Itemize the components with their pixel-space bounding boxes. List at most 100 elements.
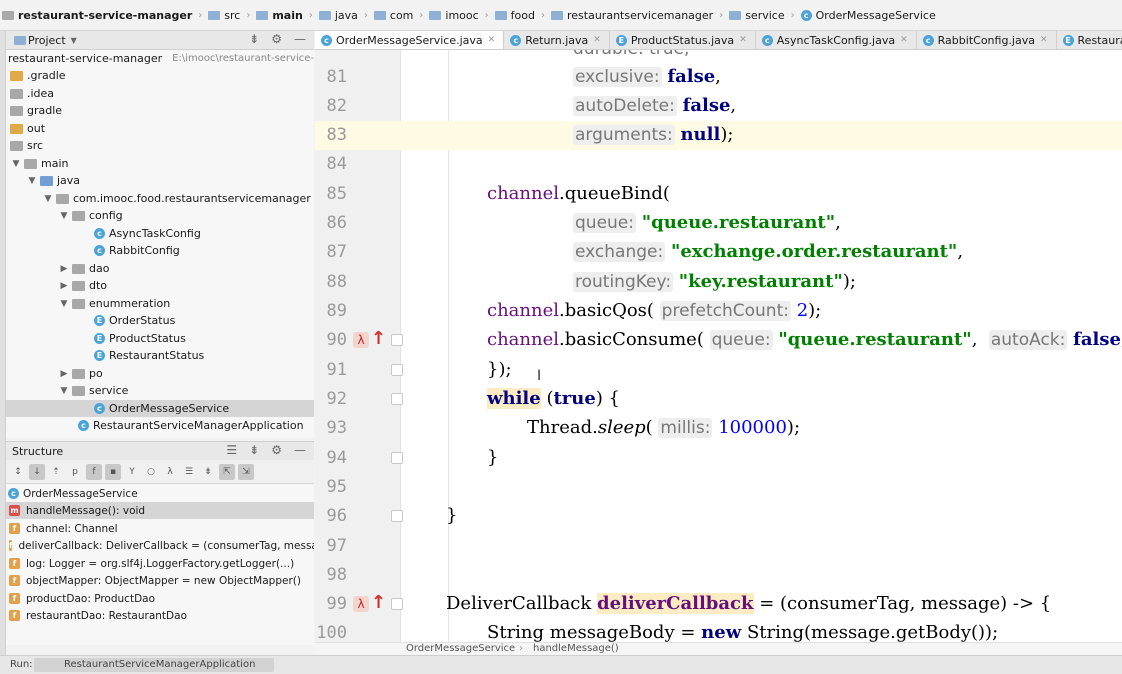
tree-item-dao[interactable]: ▶ dao [6, 260, 314, 277]
close-icon[interactable]: ✕ [1040, 35, 1048, 45]
tree-item-po[interactable]: ▶ po [6, 365, 314, 382]
structure-item-log[interactable]: f log: Logger = org.slf4j.LoggerFactory.g… [6, 555, 314, 572]
autoscroll-from-source-icon[interactable]: ⇲ [238, 463, 254, 480]
tree-item-ordermessageservice[interactable]: c OrderMessageService [6, 400, 314, 417]
show-anonymous-icon[interactable]: ○ [143, 464, 159, 480]
filter-icon[interactable]: Y [124, 464, 140, 480]
show-properties-icon[interactable]: p [67, 464, 83, 480]
tree-item-dto[interactable]: ▶ dto [6, 277, 314, 294]
tree-item-out[interactable]: out [6, 120, 314, 137]
crumb-main[interactable]: main [256, 9, 303, 22]
crumb-java[interactable]: java [318, 9, 358, 22]
show-lambdas-icon[interactable]: λ [162, 464, 178, 480]
run-config-tab[interactable]: RestaurantServiceManagerApplication [34, 658, 274, 672]
code-line-94[interactable]: 94 } [315, 444, 1122, 473]
code-line-95[interactable]: 95 [315, 473, 1122, 502]
tree-item-root[interactable]: restaurant-service-manager E:\imooc\resta… [6, 50, 314, 67]
close-icon[interactable]: ✕ [739, 35, 747, 45]
tab-productstatus[interactable]: E ProductStatus.java ✕ [610, 31, 756, 49]
lambda-icon[interactable]: λ [353, 596, 369, 612]
crumb-package[interactable]: restaurantservicemanager [551, 9, 713, 22]
code-line-97[interactable]: 97 [315, 532, 1122, 561]
show-inherited-icon[interactable]: ⇡ [48, 464, 64, 480]
close-icon[interactable]: ✕ [900, 35, 908, 45]
structure-item-channel[interactable]: f channel: Channel [6, 520, 314, 537]
code-line-84[interactable]: 84 [315, 150, 1122, 179]
chevron-down-icon[interactable]: ▼ [58, 299, 70, 309]
tree-item-java[interactable]: ▼ java [6, 172, 314, 189]
fold-marker-icon[interactable] [391, 393, 403, 405]
chevron-down-icon[interactable]: ▼ [26, 176, 38, 186]
lambda-icon[interactable]: λ [353, 332, 369, 348]
crumb-imooc[interactable]: imooc [429, 9, 479, 22]
code-line-100[interactable]: 100 String messageBody = new String(mess… [315, 619, 1122, 642]
crumb-project[interactable]: restaurant-service-manager [2, 9, 192, 22]
fold-marker-icon[interactable] [391, 510, 403, 522]
collapse-all-icon[interactable]: ⇟ [249, 443, 259, 457]
tree-item-enummeration[interactable]: ▼ enummeration [6, 295, 314, 312]
editor-breadcrumb-class[interactable]: OrderMessageService [406, 643, 515, 654]
code-line-93[interactable]: 93 Thread.sleep( millis: 100000); [315, 414, 1122, 443]
tree-item-src[interactable]: src [6, 137, 314, 154]
autoscroll-to-source-icon[interactable]: ⇱ [219, 463, 235, 480]
code-editor[interactable]: durable: true, 81 exclusive: false, 82 a… [315, 50, 1122, 642]
crumb-class[interactable]: c OrderMessageService [800, 9, 936, 22]
code-line-92[interactable]: 92 while (true) { [315, 385, 1122, 414]
tab-return[interactable]: c Return.java ✕ [504, 31, 610, 49]
tab-restaurantstatus[interactable]: ERestaurantStatus.java✕ [1057, 31, 1122, 49]
fold-marker-icon[interactable] [391, 598, 403, 610]
sort-alpha-icon[interactable]: ↓ [29, 463, 45, 480]
hide-icon[interactable]: — [294, 32, 306, 46]
crumb-service[interactable]: service [729, 9, 785, 22]
code-line-86[interactable]: 86 queue: "queue.restaurant", [315, 209, 1122, 238]
tree-item-productstatus[interactable]: E ProductStatus [6, 330, 314, 347]
crumb-src[interactable]: src [208, 9, 240, 22]
tree-item-application[interactable]: c RestaurantServiceManagerApplication [6, 417, 314, 434]
chevron-down-icon[interactable]: ▼ [58, 386, 70, 396]
crumb-food[interactable]: food [494, 9, 535, 22]
gear-icon[interactable]: ⚙ [271, 32, 282, 46]
tree-item-gradle-dir[interactable]: .gradle [6, 67, 314, 84]
collapse-all-icon[interactable]: ⇟ [249, 32, 259, 46]
code-line-87[interactable]: 87 exchange: "exchange.order.restaurant"… [315, 238, 1122, 267]
tab-ordermessageservice[interactable]: c OrderMessageService.java ✕ [315, 31, 505, 49]
run-label[interactable]: Run: [10, 659, 33, 670]
tree-item-rabbitconfig[interactable]: c RabbitConfig [6, 242, 314, 259]
fold-marker-icon[interactable] [391, 334, 403, 346]
fold-marker-icon[interactable] [391, 452, 403, 464]
code-line-88[interactable]: 88 routingKey: "key.restaurant"); [315, 268, 1122, 297]
code-line-82[interactable]: 82 autoDelete: false, [315, 92, 1122, 121]
chevron-right-icon[interactable]: ▶ [58, 281, 70, 291]
tree-item-orderstatus[interactable]: E OrderStatus [6, 312, 314, 329]
tree-item-asynctaskconfig[interactable]: c AsyncTaskConfig [6, 225, 314, 242]
structure-item-class[interactable]: c OrderMessageService [6, 485, 314, 502]
close-icon[interactable]: ✕ [488, 35, 496, 45]
tree-item-restaurantstatus[interactable]: E RestaurantStatus [6, 347, 314, 364]
tree-item-main[interactable]: ▼ main [6, 155, 314, 172]
structure-item-handlemessage[interactable]: m handleMessage(): void [6, 502, 314, 519]
chevron-down-icon[interactable]: ▼ [42, 194, 54, 204]
code-line-91[interactable]: 91 }); [315, 356, 1122, 385]
expand-icon[interactable]: ☰ [181, 464, 197, 480]
chevron-down-icon[interactable]: ▼ [71, 36, 77, 45]
chevron-down-icon[interactable]: ▼ [58, 211, 70, 221]
structure-item-restaurantdao[interactable]: f restaurantDao: RestaurantDao [6, 607, 314, 624]
code-line-81[interactable]: 81 exclusive: false, [315, 63, 1122, 92]
code-line-96[interactable]: 96 } [315, 502, 1122, 531]
show-fields-icon[interactable]: f [86, 463, 102, 480]
tab-asynctaskconfig[interactable]: c AsyncTaskConfig.java ✕ [756, 31, 917, 49]
hide-icon[interactable]: — [294, 443, 306, 457]
tree-item-gradle[interactable]: gradle [6, 102, 314, 119]
code-line-89[interactable]: 89 channel.basicQos( prefetchCount: 2); [315, 297, 1122, 326]
structure-item-objectmapper[interactable]: f objectMapper: ObjectMapper = new Object… [6, 572, 314, 589]
structure-title[interactable]: Structure [12, 445, 63, 458]
chevron-right-icon[interactable]: ▶ [58, 264, 70, 274]
close-icon[interactable]: ✕ [593, 35, 601, 45]
fold-marker-icon[interactable] [391, 364, 403, 376]
code-line-83[interactable]: 83 arguments: null); [315, 121, 1122, 150]
gear-icon[interactable]: ⚙ [271, 443, 282, 457]
show-non-public-icon[interactable]: ▪ [105, 463, 121, 480]
tree-item-package[interactable]: ▼ com.imooc.food.restaurantservicemanager [6, 190, 314, 207]
tree-item-idea[interactable]: .idea [6, 85, 314, 102]
tab-rabbitconfig[interactable]: c RabbitConfig.java ✕ [917, 31, 1057, 49]
